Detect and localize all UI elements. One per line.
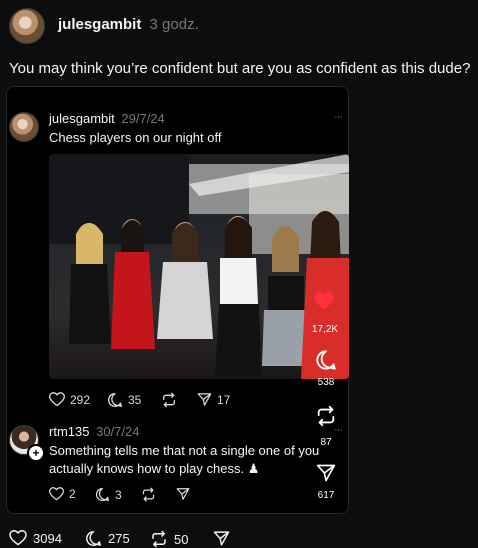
quoted-repost[interactable] bbox=[161, 392, 177, 408]
post-reposts[interactable]: 50 bbox=[150, 530, 188, 548]
heart-icon bbox=[49, 392, 65, 407]
overlay-reply-icon[interactable] bbox=[315, 349, 337, 371]
post-share[interactable] bbox=[213, 530, 230, 547]
post-likes[interactable]: 3094 bbox=[9, 530, 62, 546]
reply-replies[interactable]: 3 bbox=[95, 487, 122, 502]
reply-share[interactable] bbox=[176, 487, 190, 501]
quoted-replies[interactable]: 35 bbox=[107, 392, 141, 408]
reply-likes[interactable]: 2 bbox=[49, 487, 76, 501]
quoted-post-date: 29/7/24 bbox=[121, 111, 165, 126]
quoted-author-avatar[interactable] bbox=[9, 112, 39, 142]
repost-icon bbox=[141, 487, 156, 502]
reply-username[interactable]: rtm135 bbox=[49, 424, 89, 439]
follow-plus-icon[interactable]: + bbox=[27, 444, 45, 462]
quoted-post-text: Chess players on our night off bbox=[49, 130, 222, 145]
author-avatar[interactable] bbox=[9, 8, 45, 44]
overlay-likes-count: 17,2K bbox=[311, 324, 339, 335]
reply-more-icon[interactable]: ··· bbox=[334, 424, 343, 436]
reply-likes-count: 2 bbox=[69, 487, 76, 501]
post-likes-count: 3094 bbox=[33, 530, 62, 546]
quoted-author-username[interactable]: julesgambit bbox=[49, 111, 115, 126]
overlay-heart-icon[interactable] bbox=[313, 291, 335, 311]
share-icon bbox=[213, 530, 230, 547]
author-username[interactable]: julesgambit bbox=[58, 16, 141, 33]
reply-text-line1: Something tells me that not a single one… bbox=[49, 443, 320, 458]
post-photo[interactable] bbox=[49, 154, 349, 379]
overlay-replies-count: 538 bbox=[317, 377, 335, 388]
quoted-likes-count: 292 bbox=[70, 392, 91, 407]
quoted-more-icon[interactable]: ··· bbox=[334, 111, 343, 123]
repost-icon bbox=[161, 392, 177, 408]
quoted-replies-count: 35 bbox=[128, 393, 142, 407]
heart-icon bbox=[49, 487, 64, 501]
quoted-likes[interactable]: 292 bbox=[49, 392, 90, 407]
reply-icon bbox=[107, 392, 123, 408]
repost-icon bbox=[150, 530, 168, 548]
reply-repost[interactable] bbox=[141, 487, 156, 502]
reply-replies-count: 3 bbox=[115, 487, 122, 502]
post-replies-count: 275 bbox=[108, 531, 130, 546]
reply-icon bbox=[85, 530, 102, 547]
overlay-shares-count: 617 bbox=[317, 490, 335, 501]
post-header: julesgambit 3 godz. bbox=[58, 16, 199, 33]
quoted-shares-count: 17 bbox=[217, 392, 231, 407]
reply-text-line2: actually knows how to play chess. ♟ bbox=[49, 461, 260, 476]
overlay-share-icon[interactable] bbox=[316, 463, 336, 483]
reply-header: rtm135 30/7/24 bbox=[49, 424, 139, 439]
photo-illustration bbox=[49, 154, 349, 379]
reply-date: 30/7/24 bbox=[96, 424, 140, 439]
heart-icon bbox=[9, 530, 27, 546]
quoted-shares[interactable]: 17 bbox=[197, 392, 230, 407]
post-text: You may think you’re confident but are y… bbox=[9, 60, 471, 77]
quoted-post-header: julesgambit 29/7/24 bbox=[49, 111, 165, 126]
reply-icon bbox=[95, 487, 110, 502]
post-replies[interactable]: 275 bbox=[85, 530, 130, 547]
post-time: 3 godz. bbox=[149, 16, 199, 33]
share-icon bbox=[176, 487, 190, 501]
post-reposts-count: 50 bbox=[174, 531, 189, 547]
share-icon bbox=[197, 392, 212, 407]
